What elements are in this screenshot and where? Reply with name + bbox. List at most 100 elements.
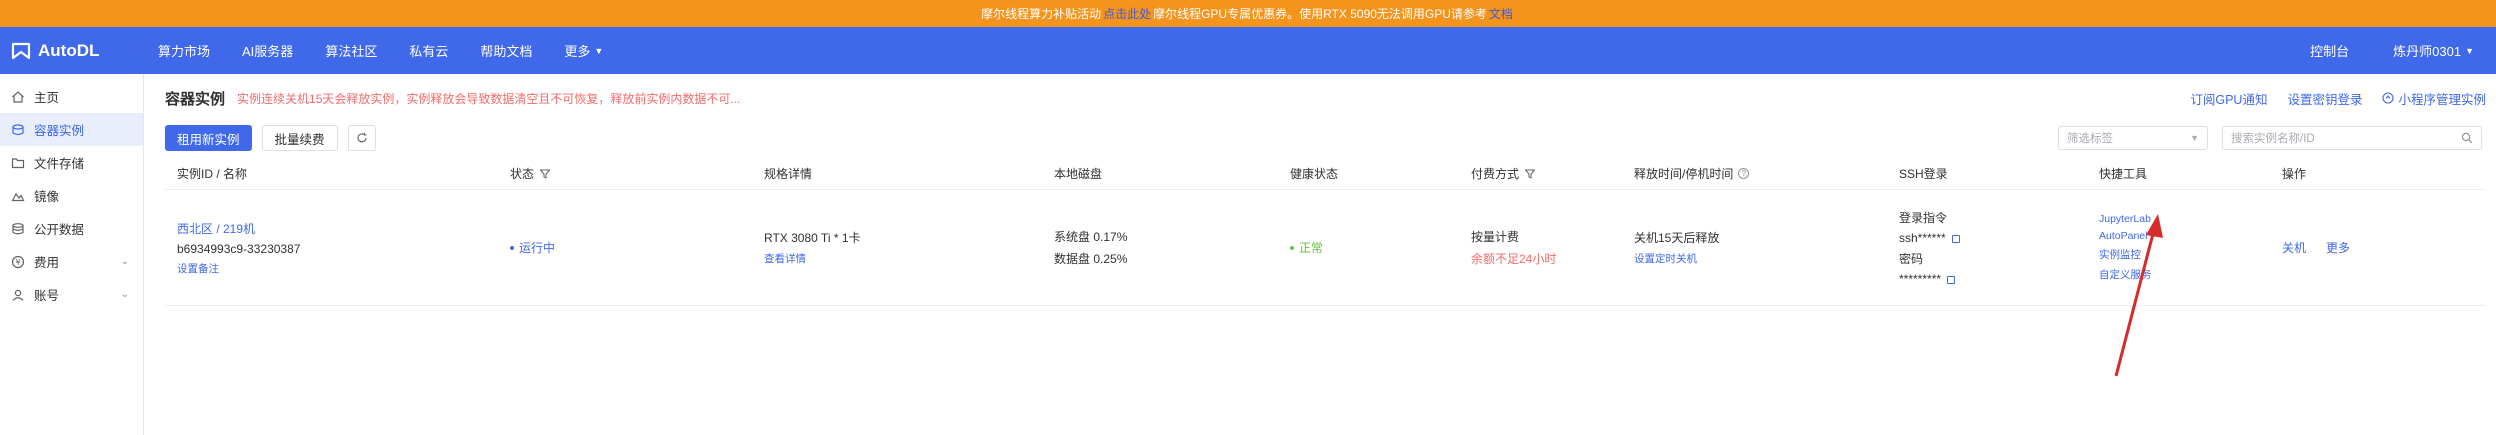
col-header-ssh: SSH登录 [1887,165,2087,182]
copy-icon[interactable] [1947,275,1956,284]
sidebar: 主页 容器实例 文件存储 镜像 公开数据 ¥ 费用 ⌄ 账号 ⌄ [0,74,144,435]
header-label: 快捷工具 [2099,167,2148,181]
nav-item-private-cloud[interactable]: 私有云 [409,41,448,60]
instance-id: b6934993c9-33230387 [177,241,301,256]
nav-item-market[interactable]: 算力市场 [158,41,210,60]
mini-program-icon [2382,92,2395,104]
ssh-cmd-label: 登录指令 [1899,211,1948,225]
shutdown-button[interactable]: 关机 [2282,239,2306,256]
user-name: 炼丹师0301 [2393,44,2462,59]
set-shutdown-link[interactable]: 设置定时关机 [1634,251,1887,266]
chevron-down-icon: ⌄ [120,256,129,267]
more-actions-button[interactable]: 更多 [2326,239,2350,256]
sidebar-item-account[interactable]: 账号 ⌄ [0,278,143,311]
header-label: SSH登录 [1899,167,1948,181]
cell-tools: JupyterLab AutoPanel 实例监控 自定义服务 [2087,208,2270,287]
image-icon [10,188,26,204]
sidebar-item-storage[interactable]: 文件存储 [0,146,143,179]
svg-text:¥: ¥ [15,258,20,267]
mini-program-link[interactable]: 小程序管理实例 [2382,89,2486,108]
user-icon [10,287,26,303]
sidebar-item-label: 文件存储 [34,157,85,171]
sidebar-item-images[interactable]: 镜像 [0,179,143,212]
rent-instance-button[interactable]: 租用新实例 [165,125,252,151]
health-dot [1290,245,1294,250]
instances-table: 实例ID / 名称 状态 规格详情 本地磁盘 健康状态 付费方式 释放时间/停机… [165,158,2486,306]
copy-icon[interactable] [1951,234,1960,243]
refresh-icon [357,132,367,143]
banner-link-docs[interactable]: 文档 [1489,5,1513,22]
nav-item-label: AI服务器 [242,44,294,59]
filter-icon[interactable] [1525,169,1536,179]
cell-billing: 按量计费 余额不足24小时 [1459,223,1622,272]
sidebar-item-label: 镜像 [34,190,60,204]
col-header-actions: 操作 [2270,165,2486,182]
jupyterlab-link[interactable]: JupyterLab [2099,213,2270,225]
promo-banner: 摩尔线程算力补贴活动 点击此处 摩尔线程GPU专属优惠券。使用RTX 5090无… [0,0,2496,27]
set-remark-link[interactable]: 设置备注 [177,261,498,276]
col-header-billing: 付费方式 [1459,165,1622,182]
ssh-cmd-row: ssh****** [1899,231,2087,245]
tag-filter-select[interactable]: 筛选标签 ▼ [2058,126,2208,150]
search-placeholder: 搜索实例名称/ID [2231,133,2315,145]
cell-health: 正常 [1278,239,1459,256]
logo[interactable]: AutoDL [0,40,148,62]
ssh-cmd: ssh****** [1899,231,1946,245]
col-header-disk: 本地磁盘 [1042,165,1278,182]
nav-items: 算力市场 AI服务器 算法社区 私有云 帮助文档 更多 ▼ [158,41,635,60]
sidebar-item-containers[interactable]: 容器实例 [0,113,143,146]
nav-item-docs[interactable]: 帮助文档 [480,41,532,60]
header-label: 操作 [2282,167,2307,181]
nav-right: 控制台 炼丹师0301 ▼ [2310,41,2496,60]
logo-text: AutoDL [38,40,100,60]
header-label: 健康状态 [1290,167,1339,181]
key-login-link[interactable]: 设置密钥登录 [2287,89,2362,108]
release-notice: 实例连续关机15天会释放实例，实例释放会导致数据清空且不可恢复，释放前实例内数据… [237,91,741,106]
user-menu[interactable]: 炼丹师0301 ▼ [2393,41,2474,60]
release-time: 关机15天后释放 [1634,231,1720,245]
top-links: 订阅GPU通知 设置密钥登录 小程序管理实例 [2170,89,2486,108]
title-bar: 容器实例 实例连续关机15天会释放实例，实例释放会导致数据清空且不可恢复，释放前… [165,74,2486,122]
billing-type: 按量计费 [1471,230,1520,244]
instance-region-link[interactable]: 西北区 / 219机 [177,220,498,237]
health-text: 正常 [1299,241,1324,255]
view-detail-link[interactable]: 查看详情 [764,251,1042,266]
status-dot [510,245,514,250]
header-label: 规格详情 [764,167,813,181]
database-icon [10,221,26,237]
cell-release: 关机15天后释放 设置定时关机 [1622,224,1887,271]
nav-item-label: 算法社区 [325,44,378,59]
header-label: 本地磁盘 [1054,167,1103,181]
filter-icon[interactable] [540,169,551,179]
sidebar-item-home[interactable]: 主页 [0,80,143,113]
col-header-release: 释放时间/停机时间 ? [1622,165,1887,182]
sidebar-item-label: 账号 [34,289,60,303]
console-link[interactable]: 控制台 [2310,41,2349,60]
top-nav: AutoDL 算力市场 AI服务器 算法社区 私有云 帮助文档 更多 ▼ 控制台 … [0,27,2496,74]
banner-link-click[interactable]: 点击此处 [1103,5,1151,22]
nav-item-more[interactable]: 更多 ▼ [564,41,603,60]
autodl-logo-icon [11,42,31,59]
nav-item-ai-server[interactable]: AI服务器 [242,41,293,60]
cell-status: 运行中 [498,239,752,256]
sidebar-item-public-data[interactable]: 公开数据 [0,212,143,245]
batch-renew-button[interactable]: 批量续费 [261,125,338,151]
nav-item-label: 私有云 [409,44,449,59]
gpu-notify-link[interactable]: 订阅GPU通知 [2190,89,2267,108]
col-header-status: 状态 [498,165,752,182]
refresh-button[interactable] [347,125,376,151]
cell-disk: 系统盘 0.17% 数据盘 0.25% [1042,223,1278,272]
custom-service-link[interactable]: 自定义服务 [2099,267,2270,282]
table-header: 实例ID / 名称 状态 规格详情 本地磁盘 健康状态 付费方式 释放时间/停机… [165,158,2486,190]
filters: 筛选标签 ▼ 搜索实例名称/ID [2058,126,2486,150]
chevron-down-icon: ⌄ [120,289,129,300]
autopanel-link[interactable]: AutoPanel [2099,230,2270,242]
nav-item-community[interactable]: 算法社区 [325,41,377,60]
instance-search-input[interactable]: 搜索实例名称/ID [2222,126,2482,150]
app-root: 摩尔线程算力补贴活动 点击此处 摩尔线程GPU专属优惠券。使用RTX 5090无… [0,0,2496,435]
sidebar-item-billing[interactable]: ¥ 费用 ⌄ [0,245,143,278]
nav-item-label: 算力市场 [158,44,211,59]
help-icon[interactable]: ? [1738,168,1750,179]
banner-text-mid: 摩尔线程GPU专属优惠券。使用RTX 5090无法调用GPU请参考 [1153,7,1487,21]
instance-monitor-link[interactable]: 实例监控 [2099,247,2270,262]
